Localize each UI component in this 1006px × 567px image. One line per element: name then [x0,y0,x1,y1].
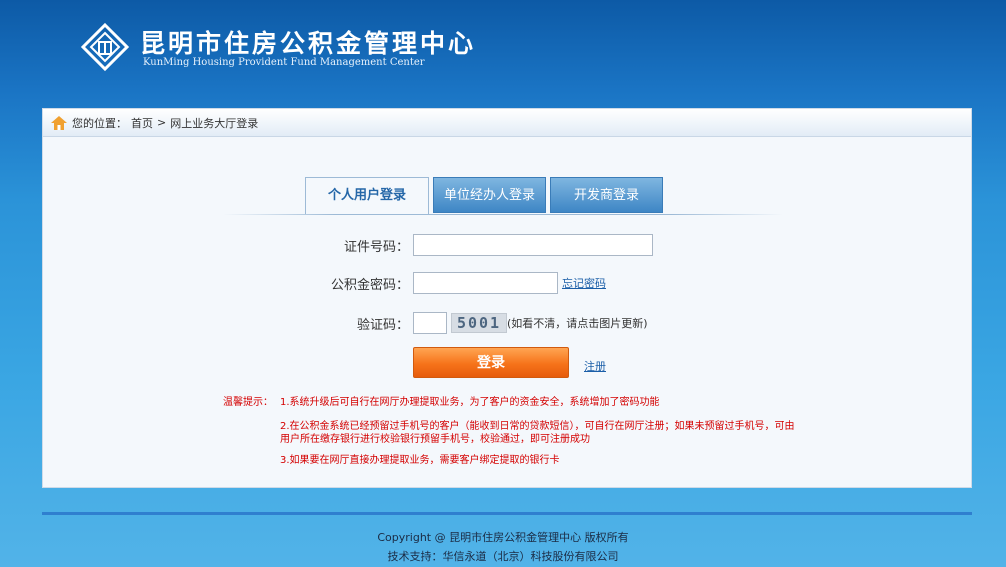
forgot-password-link[interactable]: 忘记密码 [562,275,606,291]
id-number-label: 证件号码： [343,239,409,255]
breadcrumb-separator: > [157,116,167,129]
login-button[interactable]: 登录 [413,347,569,378]
footer-copyright: Copyright @ 昆明市住房公积金管理中心 版权所有 [377,531,629,544]
captcha-image[interactable]: 5001 [451,313,507,333]
footer-support: 技术支持：华信永道（北京）科技股份有限公司 [387,550,619,563]
breadcrumb-prefix: 您的位置： [72,116,127,130]
id-number-input[interactable] [413,234,653,256]
tip-item: 2.在公积金系统已经预留过手机号的客户（能收到日常的贷款短信），可自行在网厅注册… [280,421,795,445]
breadcrumb-current: 网上业务大厅登录 [170,116,259,130]
password-row: 公积金密码： 忘记密码 [299,272,606,294]
login-panel: 您的位置： 首页 > 网上业务大厅登录 个人用户登录 单位经办人登录 开发商登录… [42,108,972,488]
captcha-row: 验证码： 5001 (如看不清，请点击图片更新) [299,312,648,334]
site-header: 昆明市住房公积金管理中心 KunMing Housing Provident F… [0,0,1006,108]
tip-item: 3.如果要在网厅直接办理提取业务，需要客户绑定提取的银行卡 [280,455,560,466]
captcha-input[interactable] [413,312,447,334]
captcha-hint: (如看不清，请点击图片更新) [507,317,648,330]
site-title: 昆明市住房公积金管理中心 [140,29,477,58]
tab-personal-login[interactable]: 个人用户登录 [305,177,429,214]
home-icon [51,115,67,130]
breadcrumb-home[interactable]: 首页 [131,115,153,131]
register-link[interactable]: 注册 [584,358,606,374]
site-subtitle: KunMing Housing Provident Fund Managemen… [143,57,425,68]
tip-item: 1.系统升级后可自行在网厅办理提取业务，为了客户的资金安全，系统增加了密码功能 [280,397,660,408]
tips-heading: 温馨提示： [223,397,273,408]
id-number-row: 证件号码： [299,234,653,256]
captcha-label: 验证码： [356,317,409,333]
password-label: 公积金密码： [330,277,409,293]
tab-divider [223,214,783,215]
password-input[interactable] [413,272,558,294]
tab-developer-login[interactable]: 开发商登录 [550,177,663,213]
login-tabs: 个人用户登录 单位经办人登录 开发商登录 [305,177,667,214]
footer-divider [42,512,972,515]
breadcrumb: 您的位置： 首页 > 网上业务大厅登录 [43,109,971,137]
logo-icon [80,22,130,72]
tab-unit-agent-login[interactable]: 单位经办人登录 [433,177,546,213]
